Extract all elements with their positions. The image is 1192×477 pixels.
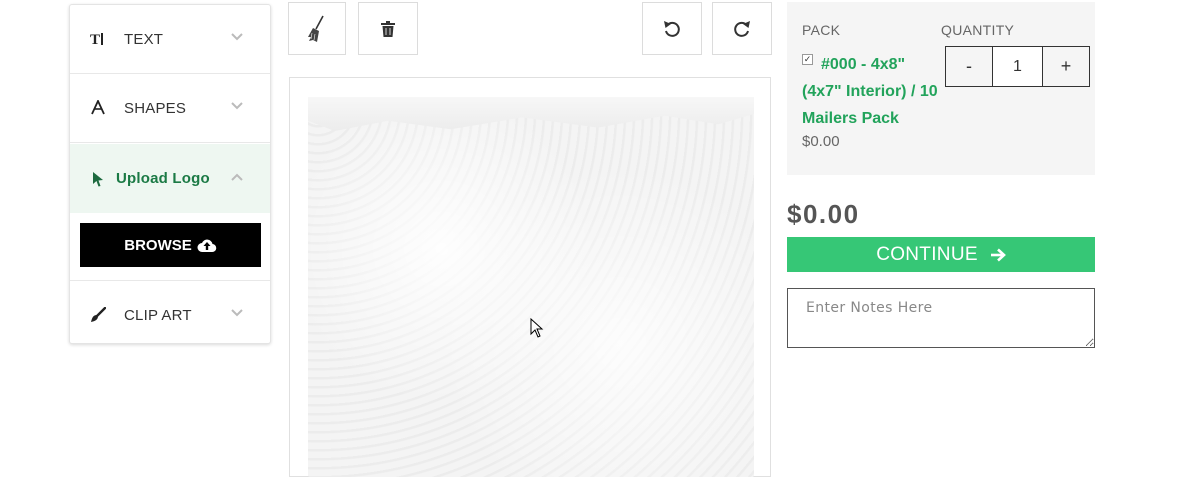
pack-name-link[interactable]: #000 - 4x8" (4x7" Interior) / 10 Mailers… <box>802 51 942 132</box>
text-format-icon: T <box>90 31 106 47</box>
pack-header: PACK <box>802 22 841 38</box>
design-canvas[interactable] <box>289 77 771 477</box>
svg-text:T: T <box>90 32 100 47</box>
redo-icon <box>734 20 750 37</box>
accordion-upload-logo[interactable]: Upload Logo <box>70 144 270 213</box>
trash-icon <box>381 20 395 37</box>
browse-button-label: BROWSE <box>124 236 192 254</box>
quantity-increase-button[interactable]: + <box>1042 46 1090 87</box>
redo-button[interactable] <box>712 2 772 55</box>
cloud-upload-icon <box>197 239 217 252</box>
pointer-icon <box>90 171 106 187</box>
accordion-clip-art-label: CLIP ART <box>124 306 192 324</box>
accordion-text-label: TEXT <box>124 30 164 48</box>
chevron-down-icon <box>231 309 243 317</box>
quantity-header: QUANTITY <box>941 22 1015 38</box>
browse-button[interactable]: BROWSE <box>80 223 261 267</box>
continue-button-label: CONTINUE <box>876 243 978 265</box>
quantity-input[interactable] <box>993 46 1042 87</box>
quantity-decrease-button[interactable]: - <box>945 46 993 87</box>
pack-price: $0.00 <box>802 133 840 150</box>
design-tools-panel: T TEXT SHAPES Upload Logo BROWSE CLIP AR… <box>69 4 271 344</box>
accordion-shapes[interactable]: SHAPES <box>70 74 270 143</box>
brush-icon <box>90 307 106 323</box>
chevron-down-icon <box>231 33 243 41</box>
order-total: $0.00 <box>787 199 860 229</box>
shapes-letter-icon <box>90 100 106 116</box>
mailer-preview-image <box>308 97 754 477</box>
notes-field[interactable] <box>787 288 1095 348</box>
broom-icon <box>308 15 324 42</box>
quantity-stepper: - + <box>945 46 1090 87</box>
undo-button[interactable] <box>642 2 702 55</box>
continue-button[interactable]: CONTINUE <box>787 237 1095 272</box>
chevron-down-icon <box>231 102 243 110</box>
clear-canvas-button[interactable] <box>288 2 346 55</box>
mouse-cursor-icon <box>530 318 544 338</box>
undo-icon <box>664 20 680 37</box>
chevron-up-icon <box>231 173 243 181</box>
accordion-text[interactable]: T TEXT <box>70 5 270 74</box>
accordion-shapes-label: SHAPES <box>124 99 187 117</box>
accordion-clip-art[interactable]: CLIP ART <box>70 280 270 349</box>
accordion-upload-logo-label: Upload Logo <box>116 170 210 187</box>
delete-button[interactable] <box>358 2 418 55</box>
pack-selection-box: PACK QUANTITY ✓ #000 - 4x8" (4x7" Interi… <box>787 2 1095 175</box>
arrow-right-icon <box>990 248 1006 261</box>
mailer-flap <box>308 97 754 131</box>
